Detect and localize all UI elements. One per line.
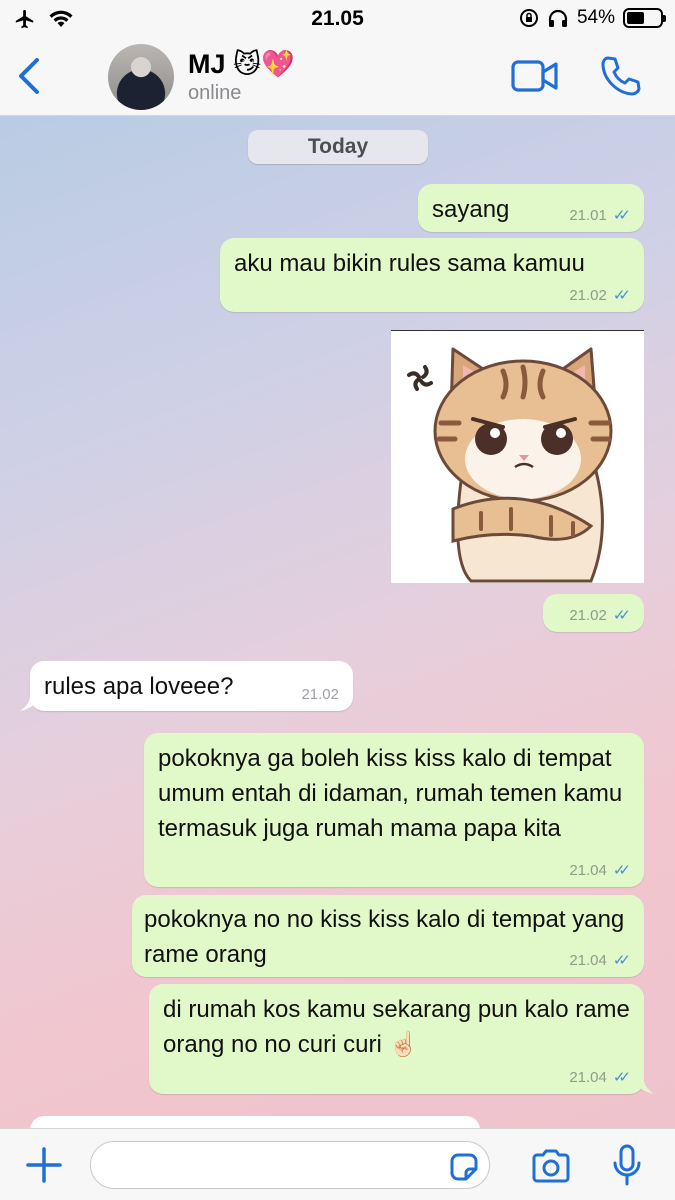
sticker-message[interactable] xyxy=(391,330,644,583)
message-bubble-outgoing[interactable]: pokoknya ga boleh kiss kiss kalo di temp… xyxy=(144,733,644,887)
microphone-icon xyxy=(613,1144,641,1186)
back-button[interactable] xyxy=(10,54,50,98)
read-receipt-icon: ✓✓ xyxy=(612,952,631,969)
message-meta: 21.01 ✓✓ xyxy=(569,207,631,225)
read-receipt-icon: ✓✓ xyxy=(612,207,631,224)
message-text: pokoknya no no kiss kiss kalo di tempat … xyxy=(144,906,625,968)
message-time: 21.02 xyxy=(569,607,607,624)
back-icon xyxy=(19,58,39,94)
message-text: rules apa loveee? xyxy=(44,673,234,700)
chat-area[interactable]: Today sayang 21.01 ✓✓ aku mau bikin rule… xyxy=(0,116,675,1128)
message-bubble-incoming[interactable]: rules apa loveee? 21.02 xyxy=(20,661,353,711)
message-time: 21.04 xyxy=(569,952,607,969)
read-receipt-icon: ✓✓ xyxy=(612,287,631,304)
camera-icon xyxy=(532,1149,570,1183)
sticker-time-bubble: 21.02 ✓✓ xyxy=(543,594,644,632)
plus-icon xyxy=(26,1147,62,1183)
read-receipt-icon: ✓✓ xyxy=(612,607,631,624)
read-receipt-icon: ✓✓ xyxy=(612,862,631,879)
message-meta: 21.02 xyxy=(301,686,339,704)
message-meta: 21.04 ✓✓ xyxy=(569,1069,631,1087)
angry-cat-sticker xyxy=(407,347,613,583)
message-text: pokoknya ga boleh kiss kiss kalo di temp… xyxy=(158,745,623,842)
video-call-button[interactable] xyxy=(510,56,560,96)
message-bubble-outgoing[interactable]: aku mau bikin rules sama kamuu 21.02 ✓✓ xyxy=(220,238,644,312)
message-time: 21.02 xyxy=(301,686,339,703)
battery-fill xyxy=(627,12,645,24)
message-time: 21.02 xyxy=(569,287,607,304)
message-time: 21.04 xyxy=(569,862,607,879)
input-bar xyxy=(0,1128,675,1200)
date-separator: Today xyxy=(248,130,428,164)
message-meta: 21.04 ✓✓ xyxy=(569,862,631,880)
phone-call-icon xyxy=(601,56,641,96)
message-bubble-outgoing[interactable]: di rumah kos kamu sekarang pun kalo rame… xyxy=(149,984,654,1094)
battery-percent: 54% xyxy=(576,7,615,28)
voice-call-button[interactable] xyxy=(598,54,642,98)
headphones-icon xyxy=(548,9,568,27)
message-meta: 21.04 ✓✓ xyxy=(569,952,631,970)
camera-button[interactable] xyxy=(530,1147,572,1185)
message-text: aku mau bikin rules sama kamuu xyxy=(234,250,585,277)
message-bubble-outgoing[interactable]: sayang 21.01 ✓✓ xyxy=(418,184,644,232)
sticker-icon xyxy=(450,1153,478,1181)
video-call-icon xyxy=(511,60,558,92)
message-input[interactable] xyxy=(90,1141,490,1189)
orientation-lock-icon xyxy=(519,9,538,27)
read-receipt-icon: ✓✓ xyxy=(612,1069,631,1086)
partially-visible-message xyxy=(30,1116,480,1128)
message-time: 21.04 xyxy=(569,1069,607,1086)
contact-name[interactable]: MJ 😼💖 xyxy=(188,48,295,80)
anger-mark-icon xyxy=(407,365,433,391)
attach-button[interactable] xyxy=(24,1145,64,1185)
message-text: di rumah kos kamu sekarang pun kalo rame… xyxy=(163,996,630,1058)
message-meta: 21.02 ✓✓ xyxy=(569,287,631,305)
message-bubble-outgoing[interactable]: pokoknya no no kiss kiss kalo di tempat … xyxy=(132,895,644,977)
contact-avatar[interactable] xyxy=(108,44,174,110)
contact-status: online xyxy=(188,82,242,104)
battery-icon xyxy=(623,8,666,28)
status-right: 54% xyxy=(519,7,666,29)
bubble-tail xyxy=(634,1074,654,1094)
bubble-tail xyxy=(20,691,40,711)
sticker-button[interactable] xyxy=(448,1151,480,1183)
message-time: 21.01 xyxy=(569,207,607,224)
message-meta: 21.02 ✓✓ xyxy=(569,607,631,625)
voice-note-button[interactable] xyxy=(612,1143,642,1187)
chat-header: MJ 😼💖 online xyxy=(0,38,675,116)
status-bar: 21.05 54% xyxy=(0,0,675,38)
